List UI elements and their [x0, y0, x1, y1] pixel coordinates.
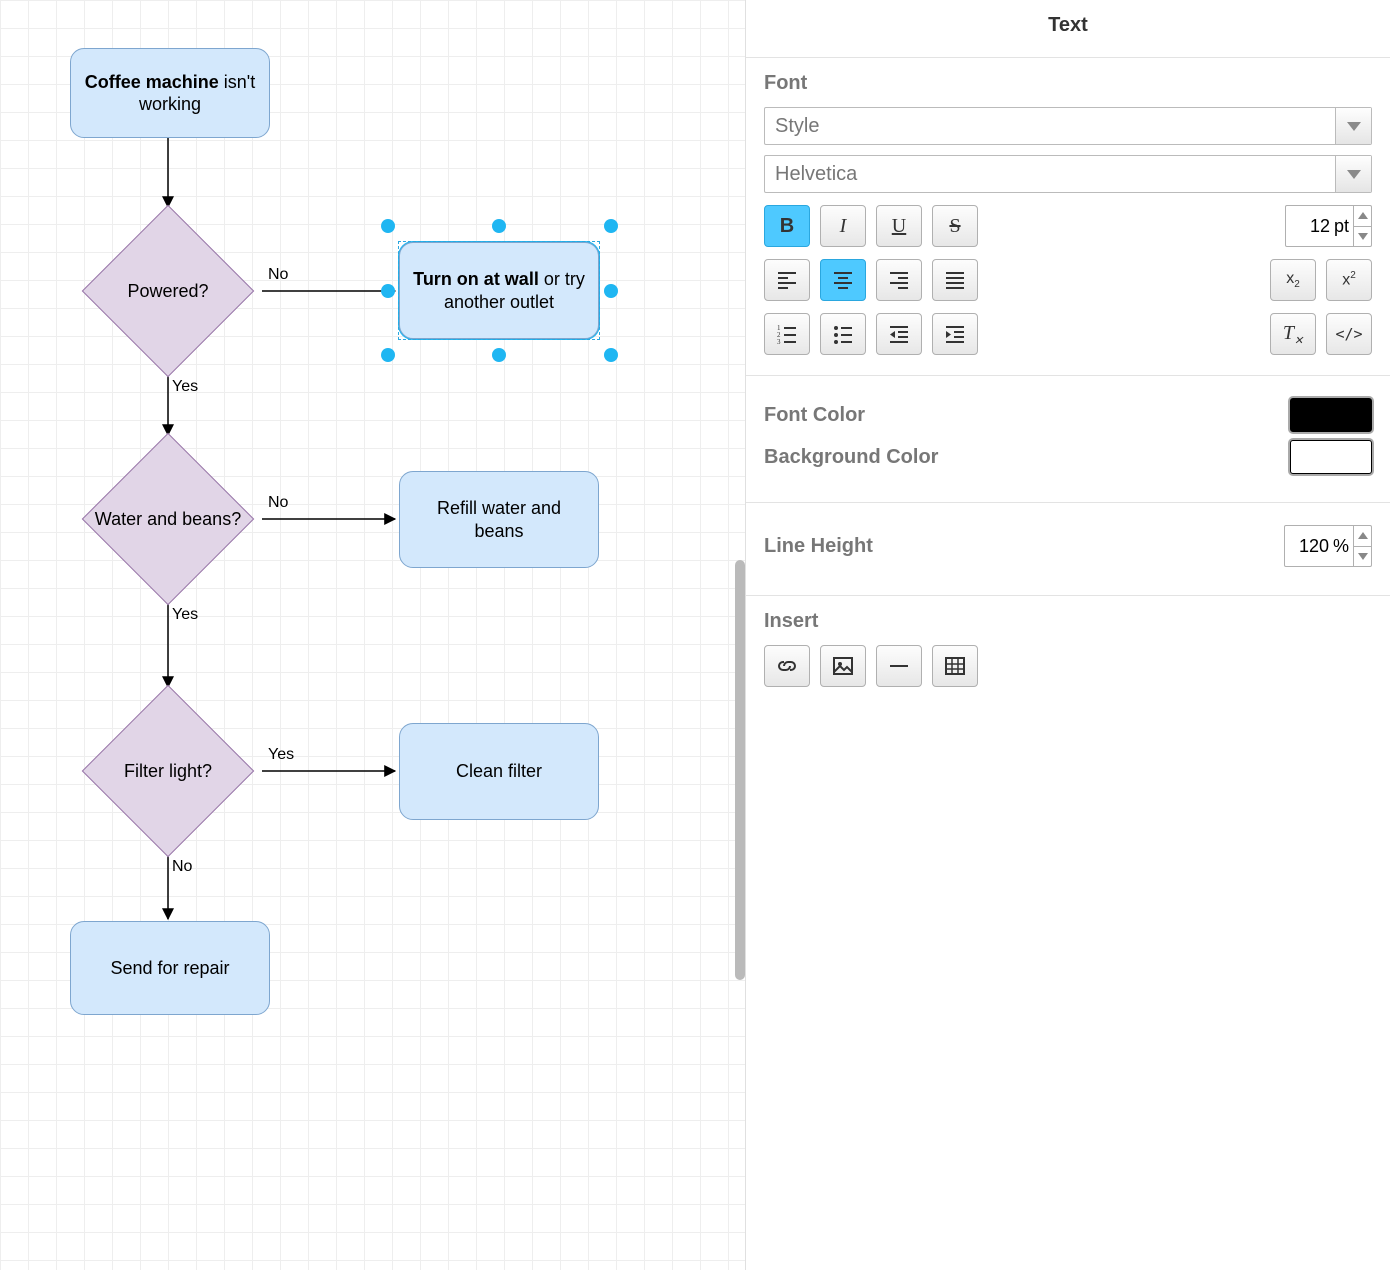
panel-title: Text [746, 0, 1390, 57]
line-height-input[interactable]: 120 % [1284, 525, 1372, 567]
align-justify-button[interactable] [932, 259, 978, 301]
colors-section: Font Color Background Color [746, 375, 1390, 502]
node-filter[interactable]: Filter light? [107, 710, 229, 832]
line-height-up[interactable] [1354, 526, 1371, 546]
node-repair[interactable]: Send for repair [70, 921, 270, 1015]
format-panel: Text Font Style Helvetica B I U S 12 pt [746, 0, 1390, 1270]
superscript-button[interactable]: x2 [1326, 259, 1372, 301]
node-clean[interactable]: Clean filter [399, 723, 599, 820]
edge-label-no1[interactable]: No [268, 266, 288, 284]
node-start-label: Coffee machine isn't working [83, 71, 257, 116]
italic-button[interactable]: I [820, 205, 866, 247]
ordered-list-button[interactable]: 123 [764, 313, 810, 355]
node-powered[interactable]: Powered? [107, 230, 229, 352]
font-section: Font Style Helvetica B I U S 12 pt [746, 57, 1390, 375]
node-repair-label: Send for repair [110, 957, 229, 980]
canvas[interactable]: Coffee machine isn't working Powered? Wa… [0, 0, 746, 1270]
node-waterbeans[interactable]: Water and beans? [107, 458, 229, 580]
font-color-label: Font Color [764, 404, 865, 427]
node-powered-label: Powered? [127, 280, 208, 303]
insert-image-button[interactable] [820, 645, 866, 687]
svg-text:3: 3 [777, 338, 781, 346]
strike-button[interactable]: S [932, 205, 978, 247]
font-size-input[interactable]: 12 pt [1285, 205, 1372, 247]
clear-format-button[interactable]: T✕ [1270, 313, 1316, 355]
font-family-value: Helvetica [765, 163, 1335, 186]
font-style-select[interactable]: Style [764, 107, 1372, 145]
insert-hr-button[interactable] [876, 645, 922, 687]
edge-label-no2[interactable]: No [268, 494, 288, 512]
canvas-scrollbar[interactable] [735, 560, 745, 980]
indent-button[interactable] [932, 313, 978, 355]
font-section-title: Font [764, 72, 1372, 95]
bg-color-swatch[interactable] [1290, 440, 1372, 474]
bold-button[interactable]: B [764, 205, 810, 247]
unordered-list-button[interactable] [820, 313, 866, 355]
underline-button[interactable]: U [876, 205, 922, 247]
line-height-label: Line Height [764, 535, 873, 558]
subscript-button[interactable]: x2 [1270, 259, 1316, 301]
edge-label-no3[interactable]: No [172, 858, 192, 876]
edge-label-yes2[interactable]: Yes [172, 606, 198, 624]
edges-layer [0, 0, 745, 1270]
node-refill-label: Refill water and beans [412, 497, 586, 542]
node-refill[interactable]: Refill water and beans [399, 471, 599, 568]
node-clean-label: Clean filter [456, 760, 542, 783]
font-size-up[interactable] [1354, 206, 1371, 226]
font-style-value: Style [765, 115, 1335, 138]
line-height-section: Line Height 120 % [746, 502, 1390, 595]
align-right-button[interactable] [876, 259, 922, 301]
insert-section-title: Insert [764, 610, 1372, 633]
node-waterbeans-label: Water and beans? [95, 508, 241, 531]
align-center-button[interactable] [820, 259, 866, 301]
insert-table-button[interactable] [932, 645, 978, 687]
html-button[interactable]: </> [1326, 313, 1372, 355]
node-filter-label: Filter light? [124, 760, 212, 783]
outdent-button[interactable] [876, 313, 922, 355]
node-turn-on-label: Turn on at wall or try another outlet [412, 268, 586, 313]
font-size-down[interactable] [1354, 226, 1371, 247]
insert-section: Insert [746, 595, 1390, 707]
node-start[interactable]: Coffee machine isn't working [70, 48, 270, 138]
font-color-swatch[interactable] [1290, 398, 1372, 432]
edge-label-yes1[interactable]: Yes [172, 378, 198, 396]
align-left-button[interactable] [764, 259, 810, 301]
bg-color-label: Background Color [764, 446, 938, 469]
dropdown-icon [1335, 108, 1371, 144]
line-height-down[interactable] [1354, 546, 1371, 567]
font-family-select[interactable]: Helvetica [764, 155, 1372, 193]
node-turn-on[interactable]: Turn on at wall or try another outlet [399, 242, 599, 339]
dropdown-icon [1335, 156, 1371, 192]
edge-label-yes3[interactable]: Yes [268, 746, 294, 764]
insert-link-button[interactable] [764, 645, 810, 687]
